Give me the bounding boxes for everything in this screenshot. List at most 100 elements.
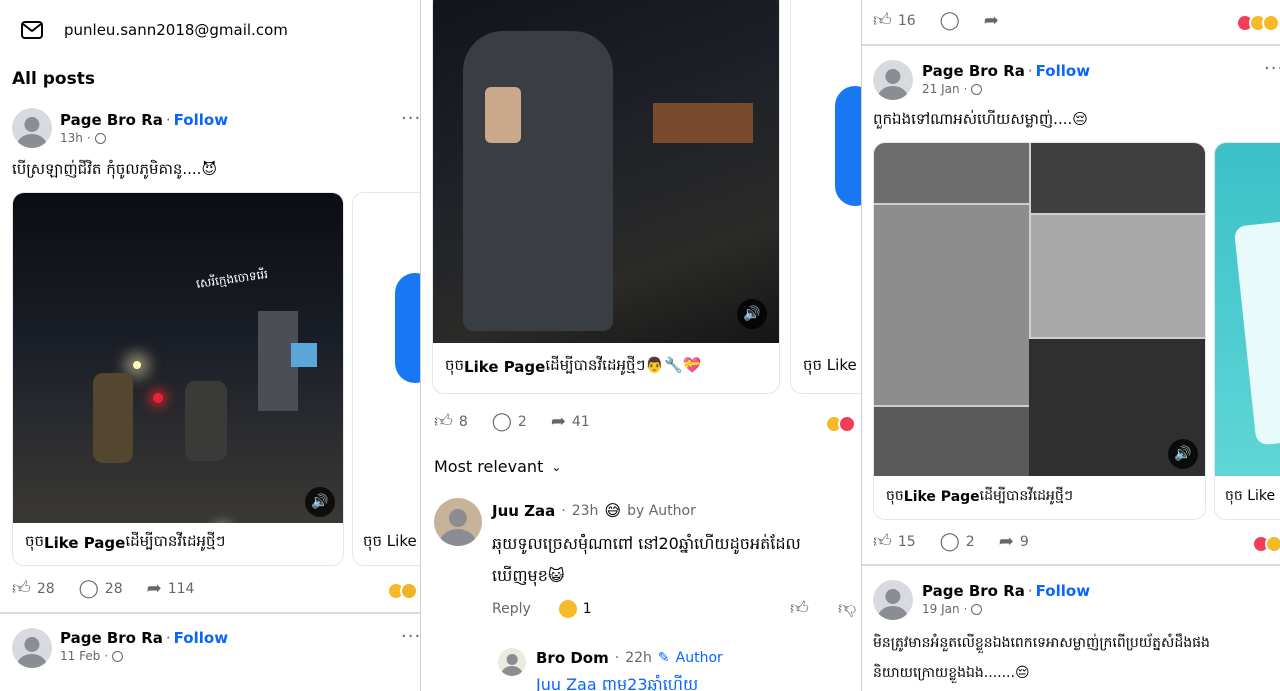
thumbs-up-icon: 👍︎ <box>12 578 31 599</box>
avatar[interactable] <box>434 498 482 546</box>
share-icon: ➦ <box>146 578 162 599</box>
dot-separator: · <box>165 111 171 129</box>
video-card[interactable]: ចុច Like <box>352 192 420 566</box>
share-stat[interactable]: ➦ 41 <box>551 413 590 431</box>
post-divider <box>861 44 1280 46</box>
cta-text: ចុច Like <box>1225 488 1276 504</box>
avatar[interactable] <box>12 628 52 668</box>
globe-icon <box>971 83 983 95</box>
comment-stat[interactable]: ◯ <box>940 12 960 30</box>
sort-dropdown[interactable]: Most relevant ⌄ <box>434 457 561 476</box>
more-dots-icon[interactable]: ··· <box>1264 58 1280 79</box>
avatar[interactable] <box>498 648 526 676</box>
share-stat[interactable]: ➦ 114 <box>147 580 195 598</box>
like-stat[interactable]: 👍︎ 15 <box>873 533 916 551</box>
reaction-icons[interactable] <box>825 415 856 433</box>
comment-header: Juu Zaa · 23h 😅 by Author <box>492 501 696 520</box>
thumbs-up-icon: 👍︎ <box>434 411 453 432</box>
post-meta: 11 Feb · <box>60 649 124 663</box>
globe-icon <box>94 132 106 144</box>
section-title: All posts <box>12 69 95 89</box>
person-figure <box>463 31 613 331</box>
like-stat[interactable]: 👍︎ 28 <box>12 580 55 598</box>
thumbs-down-icon[interactable]: 👎︎ <box>838 600 856 618</box>
post-time[interactable]: 11 Feb <box>60 649 100 663</box>
reaction-icons[interactable] <box>387 582 418 600</box>
dot-separator: · <box>1027 62 1033 80</box>
volume-icon[interactable]: 🔊 <box>1168 439 1198 469</box>
cta-text: ចុច Like Page ដើម្បីបានវីដេអូថ្មីៗ👨‍🔧💝 <box>445 356 702 376</box>
post-time[interactable]: 13h <box>60 131 83 145</box>
share-stat[interactable]: ➦ 9 <box>999 533 1029 551</box>
page-name[interactable]: Page Bro Ra <box>922 62 1025 80</box>
mail-icon <box>21 21 43 39</box>
commenter-name[interactable]: Juu Zaa <box>492 502 555 520</box>
email-row: punleu.sann2018@gmail.com <box>20 20 288 40</box>
comment-time: 22h <box>625 650 652 666</box>
follow-button[interactable]: Follow <box>174 111 228 129</box>
post-time[interactable]: 19 Jan <box>922 602 960 616</box>
video-thumbnail[interactable]: 🔊 <box>433 0 779 343</box>
photo-tile <box>874 143 1029 203</box>
thumbs-up-icon: 👍︎ <box>873 10 892 31</box>
sort-label: Most relevant <box>434 457 544 476</box>
like-stat[interactable]: 👍︎ 8 <box>434 413 468 431</box>
chevron-down-icon: ⌄ <box>551 459 562 474</box>
comment-reaction[interactable]: 1 <box>558 600 592 618</box>
reaction-icons[interactable] <box>1236 14 1280 32</box>
share-stat[interactable]: ➦ <box>984 12 999 30</box>
page-name[interactable]: Page Bro Ra <box>60 111 163 129</box>
reaction-icon <box>558 600 577 618</box>
thumbs-up-icon[interactable]: 👍︎ <box>790 600 809 618</box>
rider-figure <box>93 373 133 463</box>
volume-icon[interactable]: 🔊 <box>305 487 335 517</box>
pencil-icon: ✎ <box>657 650 670 666</box>
like-stat[interactable]: 👍︎ 16 <box>873 12 916 30</box>
video-thumbnail[interactable] <box>1215 143 1280 476</box>
thumbnail-shape <box>835 86 861 206</box>
page-name[interactable]: Page Bro Ra <box>60 629 163 647</box>
more-dots-icon[interactable]: ··· <box>401 626 420 647</box>
comment-actions: Reply 1 <box>492 600 592 618</box>
reaction-icons[interactable] <box>1252 535 1280 553</box>
post-header: Page Bro Ra · Follow <box>922 582 1090 600</box>
comment-stat[interactable]: ◯ 28 <box>79 580 123 598</box>
more-dots-icon[interactable]: ··· <box>401 108 420 129</box>
page-name[interactable]: Page Bro Ra <box>922 582 1025 600</box>
post-actions: 👍︎ 8 ◯ 2 ➦ 41 <box>434 413 614 431</box>
avatar[interactable] <box>873 60 913 100</box>
video-card[interactable]: 🔊 ចុច Like Page ដើម្បីបានវីដេអូថ្មីៗ <box>873 142 1206 520</box>
follow-button[interactable]: Follow <box>174 629 228 647</box>
comment-stat[interactable]: ◯ 2 <box>492 413 527 431</box>
post-caption: ពួកឯងទៅណាអស់ហើយសម្លាញ់....😔 <box>873 110 1088 128</box>
panel-right: 👍︎ 16 ◯ ➦ Page Bro Ra · Follow 21 Jan · ··… <box>861 0 1280 691</box>
volume-icon[interactable]: 🔊 <box>737 299 767 329</box>
follow-button[interactable]: Follow <box>1036 62 1090 80</box>
post-meta: 13h · <box>60 131 106 145</box>
video-card[interactable]: 🔊 ចុច Like Page ដើម្បីបានវីដេអូថ្មីៗ👨‍🔧💝 <box>432 0 780 394</box>
video-card[interactable]: ចុច Like <box>1214 142 1280 520</box>
author-tag: Author <box>675 650 723 666</box>
light-glow <box>133 361 141 369</box>
cta-text: ចុច Like <box>363 532 417 550</box>
video-card[interactable]: សេរីក្មេងចោទរើរ 🔊 ចុច Like Page ដើម្បីបា… <box>12 192 344 566</box>
background-structure <box>653 103 753 143</box>
comment-stat[interactable]: ◯ 2 <box>940 533 975 551</box>
post-meta: 21 Jan · <box>922 82 983 96</box>
post-time[interactable]: 21 Jan <box>922 82 960 96</box>
commenter-name[interactable]: Bro Dom <box>536 649 609 667</box>
reply-header: Bro Dom · 22h ✎ Author <box>536 649 723 667</box>
cta-text: ចុច Like Page ដើម្បីបានវីដេអូថ្មីៗ <box>886 488 1074 505</box>
avatar[interactable] <box>12 108 52 148</box>
thumbs-up-icon: 👍︎ <box>873 531 892 552</box>
reply-button[interactable]: Reply <box>492 601 531 617</box>
avatar[interactable] <box>873 580 913 620</box>
photo-tile <box>1031 143 1205 213</box>
video-card[interactable]: ចុច Like <box>790 0 861 394</box>
comment-icon: ◯ <box>491 411 512 432</box>
reply-text: Juu Zaa ពាម23ឆ្នាំហើយ <box>536 675 699 691</box>
follow-button[interactable]: Follow <box>1036 582 1090 600</box>
video-thumbnail[interactable]: សេរីក្មេងចោទរើរ 🔊 <box>13 193 343 537</box>
video-thumbnail[interactable]: 🔊 <box>874 143 1205 476</box>
post-caption: បើស្រឡាញ់ជីវិត កុំចូលភូមិគានូ....😈 <box>12 160 218 178</box>
